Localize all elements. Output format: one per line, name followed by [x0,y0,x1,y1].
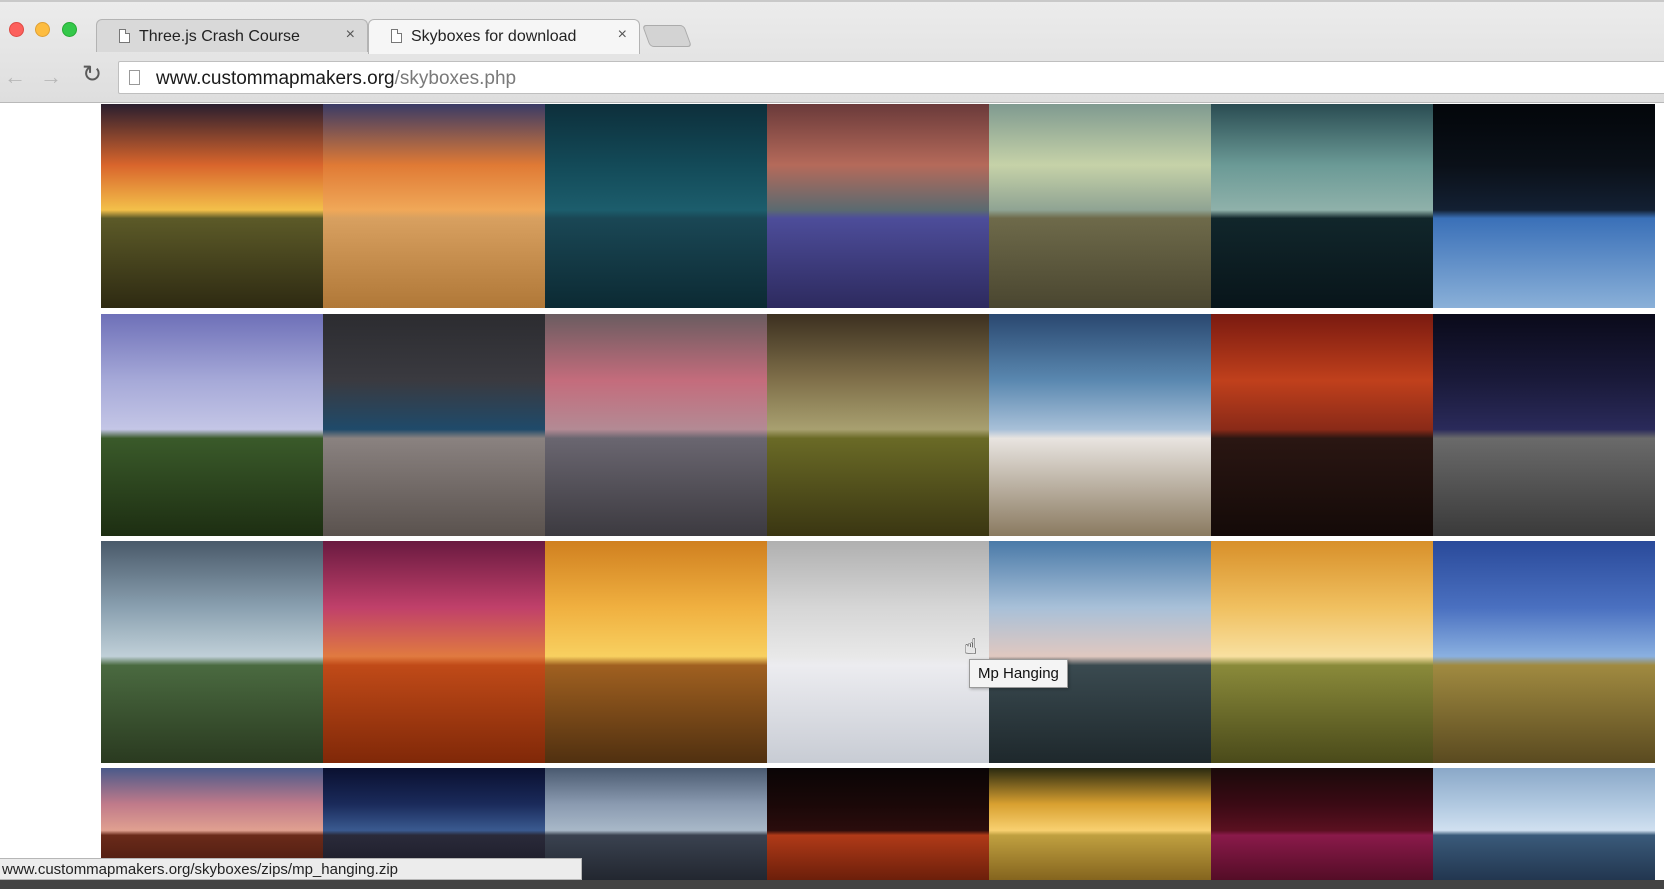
skybox-thumbnail-green-lagoon[interactable] [101,541,323,763]
skybox-thumbnail-purple-ocean[interactable] [767,104,989,308]
reload-icon[interactable]: ↻ [82,63,102,87]
url-host: www.custommapmakers.org [156,68,395,89]
window-top-border [0,0,1664,2]
window-minimize-button[interactable] [35,22,50,37]
address-bar[interactable]: www.custommapmakers.org/skyboxes.php [118,61,1664,94]
skybox-thumbnail-city-towers[interactable] [1433,768,1655,888]
skybox-thumbnail-canyon-sunset[interactable] [101,104,323,308]
tab-title: Skyboxes for download [411,28,577,45]
skybox-thumbnail-green-hills[interactable] [989,104,1211,308]
skybox-thumbnail-space-station[interactable] [1433,314,1655,536]
skybox-thumbnail-ocean-cliff[interactable] [1433,541,1655,763]
forward-arrow-icon[interactable]: → [40,66,62,88]
skybox-thumbnail-volcano-peak[interactable] [767,314,989,536]
skybox-row [101,541,1655,763]
skybox-row [101,104,1655,308]
url-text[interactable]: www.custommapmakers.org/skyboxes.php [156,68,516,90]
skybox-thumbnail-crimson-forest[interactable] [1211,768,1433,888]
tab-three-js-crash-course[interactable]: Three.js Crash Course × [96,19,368,52]
page-icon [391,29,402,43]
page-icon [119,29,130,43]
skybox-thumbnail-pink-spires[interactable] [545,314,767,536]
skybox-thumbnail-dead-tree[interactable] [101,314,323,536]
skybox-thumbnail-golden-cliffs[interactable] [545,541,767,763]
skybox-thumbnail-teal-planet-rocks[interactable] [545,104,767,308]
tab-close-icon[interactable]: × [618,26,627,43]
url-path: /skyboxes.php [394,68,517,89]
skybox-thumbnail-desert-palms[interactable] [323,104,545,308]
status-bar-url: www.custommapmakers.org/skyboxes/zips/mp… [0,858,582,880]
back-arrow-icon[interactable]: ← [4,66,26,88]
skybox-thumbnail-dome-city[interactable] [1211,541,1433,763]
skybox-thumbnail-ringed-world[interactable] [1211,104,1433,308]
skybox-row [101,314,1655,536]
page-icon [129,70,140,85]
skybox-thumbnail-magenta-dunes[interactable] [323,541,545,763]
skybox-thumbnail-swirl-storm[interactable] [989,768,1211,888]
skybox-thumbnail-mountain-lakes[interactable] [989,541,1211,763]
window-close-button[interactable] [9,22,24,37]
tab-title: Three.js Crash Course [139,28,300,45]
skybox-thumbnail-earth-orbit[interactable] [1433,104,1655,308]
tooltip: Mp Hanging [969,659,1068,688]
window-bottom-edge [0,880,1664,889]
skybox-thumbnail-snowy-mesa[interactable] [989,314,1211,536]
skybox-thumbnail-mp-hanging[interactable] [767,541,989,763]
tab-close-icon[interactable]: × [346,26,355,43]
tab-skyboxes-for-download[interactable]: Skyboxes for download × [368,19,640,54]
skybox-thumbnail-ice-cave[interactable] [323,314,545,536]
window-maximize-button[interactable] [62,22,77,37]
skybox-thumbnail-red-moon[interactable] [767,768,989,888]
new-tab-button[interactable] [641,25,693,47]
hand-cursor-icon: ☝ [964,634,978,659]
browser-chrome: Three.js Crash Course × Skyboxes for dow… [0,0,1664,103]
skybox-thumbnail-red-lake[interactable] [1211,314,1433,536]
